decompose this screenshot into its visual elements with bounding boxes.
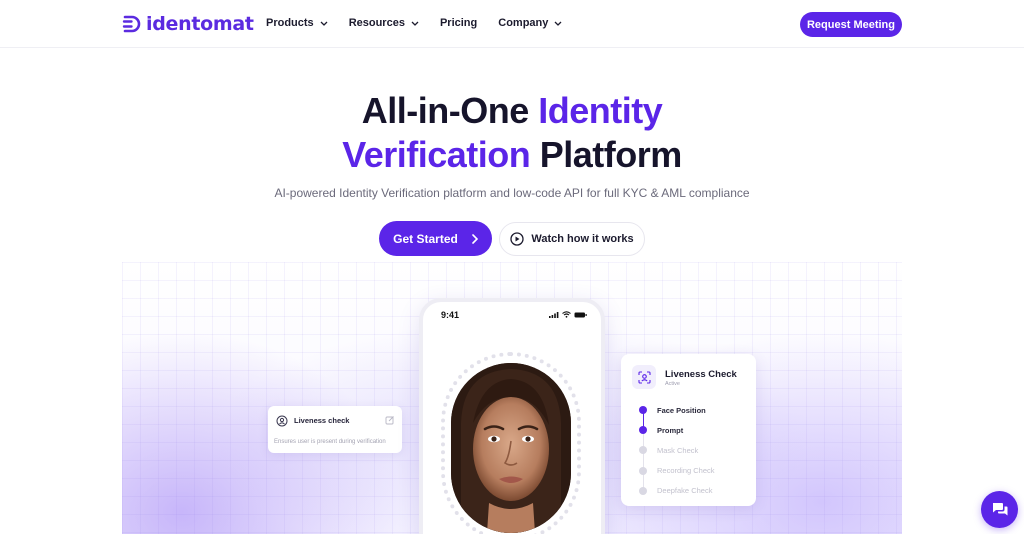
wifi-icon	[562, 311, 571, 318]
face-scan-icon	[637, 370, 651, 384]
check-done-icon	[639, 426, 647, 435]
nav-item-resources[interactable]: Resources	[349, 17, 419, 29]
title-highlight: Verification	[342, 134, 531, 175]
pending-dot-icon	[639, 446, 647, 455]
step-prompt: Prompt	[639, 420, 715, 440]
phone-mockup: 9:41	[419, 298, 605, 534]
chat-icon	[992, 502, 1007, 515]
battery-icon	[574, 312, 587, 317]
hero-title: All-in-One Identity Verification Platfor…	[0, 89, 1024, 177]
hero-illustration: Liveness check Ensures user is present d…	[122, 262, 902, 534]
panel-status: Active	[665, 381, 680, 387]
title-part: Platform	[530, 134, 683, 175]
nav-item-company[interactable]: Company	[498, 17, 562, 29]
step-label: Face Position	[657, 405, 706, 415]
title-highlight: Identity	[538, 90, 663, 131]
status-bar-icons	[549, 311, 587, 318]
face-illustration	[451, 363, 571, 533]
pending-dot-icon	[639, 466, 647, 475]
liveness-check-card: Liveness check Ensures user is present d…	[268, 406, 402, 453]
step-recording-check: Recording Check	[639, 461, 715, 481]
chevron-down-icon	[554, 21, 562, 26]
nav-item-label: Products	[266, 17, 314, 29]
play-circle-icon	[510, 232, 525, 246]
step-face-position: Face Position	[639, 400, 715, 420]
step-label: Prompt	[657, 425, 684, 435]
identomat-logo-icon	[122, 15, 141, 33]
logo[interactable]: identomat	[122, 13, 254, 35]
chat-widget-button[interactable]	[981, 491, 1018, 528]
request-meeting-button[interactable]: Request Meeting	[800, 12, 902, 37]
button-label: Get Started	[393, 231, 458, 246]
title-part: All-in-One	[361, 90, 539, 131]
status-bar-time: 9:41	[441, 310, 460, 320]
nav-item-label: Company	[498, 17, 549, 29]
watch-video-button[interactable]: Watch how it works	[499, 222, 645, 256]
check-done-icon	[639, 406, 647, 415]
get-started-button[interactable]: Get Started	[379, 221, 492, 256]
nav-item-label: Resources	[348, 17, 405, 29]
liveness-icon-box	[632, 365, 656, 389]
nav-item-label: Pricing	[439, 17, 478, 29]
brand-name: identomat	[146, 13, 254, 35]
chevron-down-icon	[320, 21, 328, 26]
chevron-down-icon	[411, 21, 419, 26]
step-mask-check: Mask Check	[639, 440, 715, 460]
step-deepfake-check: Deepfake Check	[639, 481, 715, 501]
card-description: Ensures user is present during verificat…	[274, 439, 386, 445]
card-title: Liveness check	[294, 416, 350, 425]
hero-subtitle: AI-powered Identity Verification platfor…	[274, 186, 750, 200]
step-label: Deepfake Check	[657, 486, 713, 496]
edit-icon[interactable]	[385, 415, 395, 425]
liveness-check-panel: Liveness Check Active Face Position Prom…	[621, 354, 756, 506]
signal-icon	[549, 311, 559, 318]
face-scan-icon	[276, 415, 288, 427]
face-photo	[451, 363, 571, 533]
nav-item-products[interactable]: Products	[266, 17, 328, 29]
button-label: Watch how it works	[531, 233, 634, 245]
check-steps: Face Position Prompt Mask Check Recordin…	[639, 400, 715, 501]
step-label: Mask Check	[657, 445, 699, 455]
top-navbar: identomat Products Resources Pricing Com…	[0, 0, 1024, 48]
panel-title: Liveness Check	[665, 369, 737, 380]
chevron-right-icon	[472, 233, 478, 244]
step-label: Recording Check	[657, 466, 715, 476]
nav-item-pricing[interactable]: Pricing	[440, 17, 477, 29]
pending-dot-icon	[639, 486, 647, 495]
main-menu: Products Resources Pricing Company	[266, 17, 562, 29]
